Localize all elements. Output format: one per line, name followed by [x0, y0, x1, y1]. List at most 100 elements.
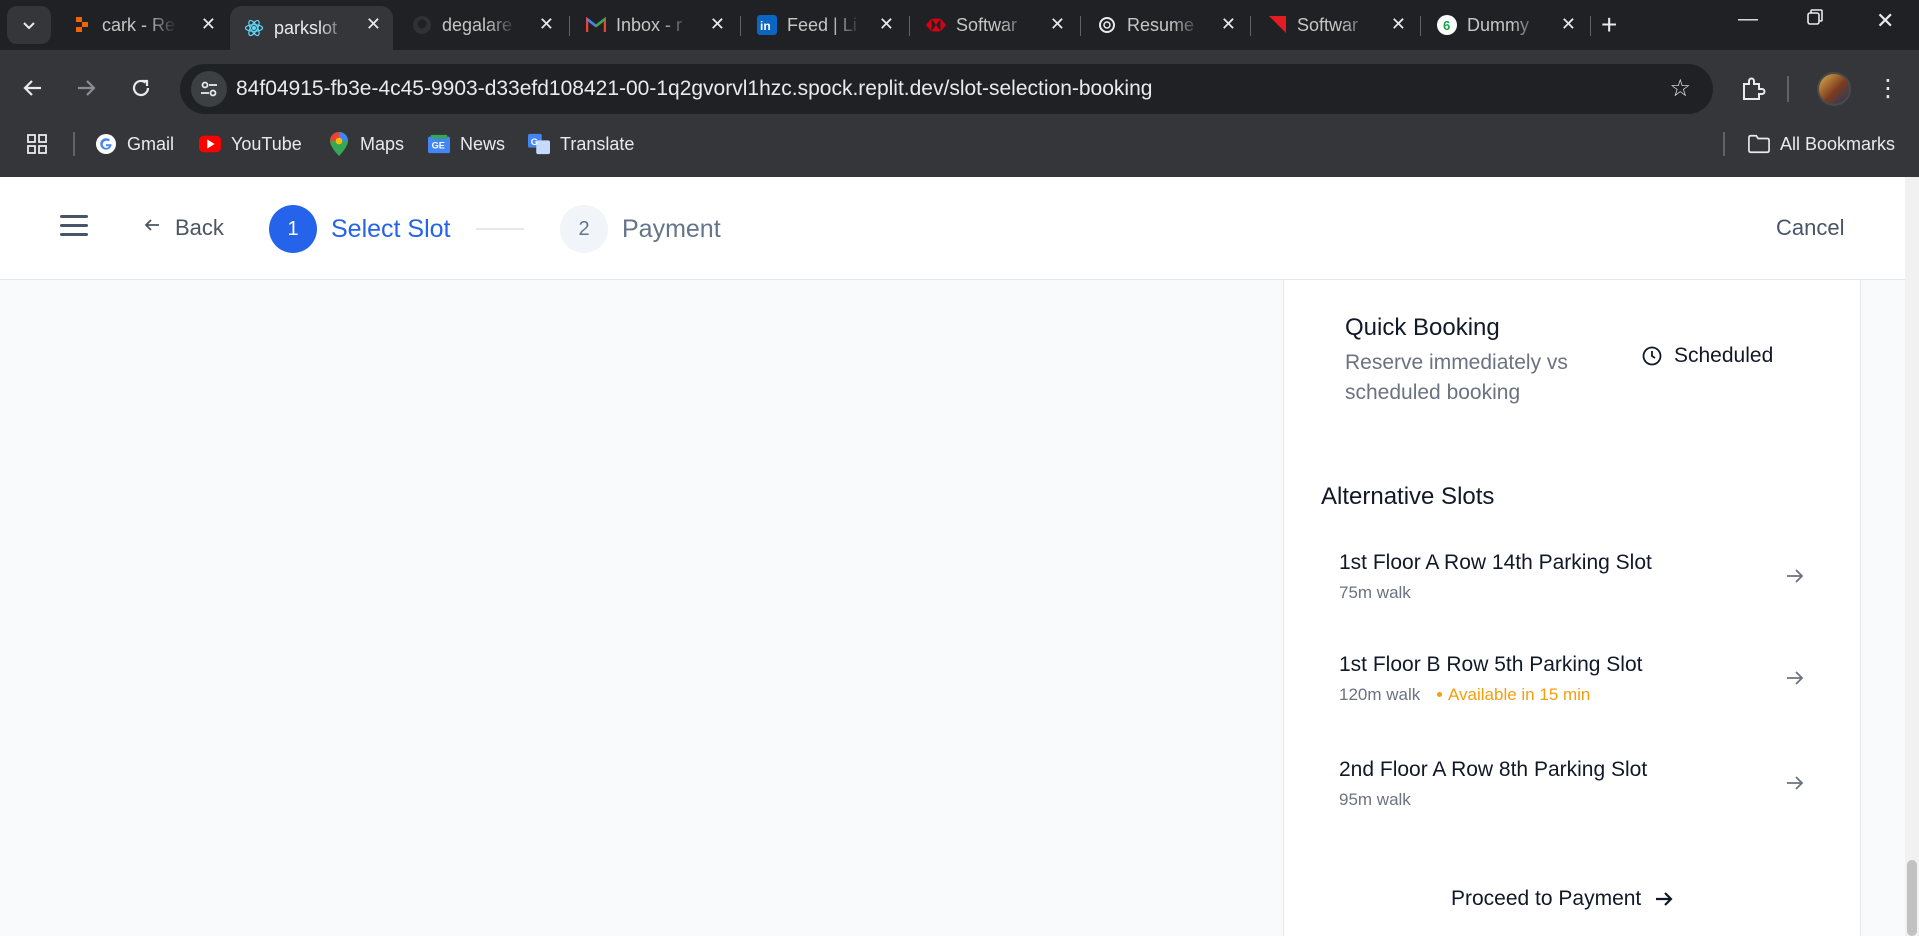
- back-button[interactable]: Back: [143, 213, 224, 243]
- chrome-menu-icon[interactable]: ⋮: [1876, 74, 1900, 103]
- svg-text:G: G: [531, 137, 538, 147]
- close-tab-icon[interactable]: ✕: [710, 14, 725, 35]
- tab-title: Resume: [1127, 14, 1195, 35]
- browser-tab[interactable]: Resume ✕: [1083, 6, 1248, 44]
- quick-booking-title: Quick Booking: [1345, 314, 1500, 341]
- tab-title: Softwar: [1297, 14, 1359, 35]
- bookmark-youtube[interactable]: YouTube: [199, 131, 302, 157]
- address-bar[interactable]: 84f04915-fb3e-4c45-9903-d33efd108421-00-…: [180, 64, 1713, 114]
- arrow-right-icon: [78, 80, 96, 96]
- close-window-button[interactable]: ✕: [1876, 8, 1894, 34]
- all-bookmarks-button[interactable]: All Bookmarks: [1748, 131, 1895, 157]
- close-tab-icon[interactable]: ✕: [366, 14, 381, 35]
- booking-mode-toggle[interactable]: Scheduled: [1642, 342, 1773, 370]
- reload-button[interactable]: [127, 74, 155, 102]
- bookmark-news[interactable]: GE News: [428, 131, 505, 157]
- slot-meta: 95m walk: [1339, 790, 1411, 810]
- tab-divider: [1420, 16, 1421, 36]
- youtube-icon: [199, 133, 221, 155]
- gmail-icon: [586, 15, 606, 35]
- arrow-right-icon: [1656, 892, 1673, 906]
- alternative-slots-title: Alternative Slots: [1321, 483, 1495, 510]
- browser-tab[interactable]: in Feed | Li ✕: [743, 6, 906, 44]
- tab-divider: [1250, 16, 1251, 36]
- tab-divider: [1590, 16, 1591, 36]
- availability-text: Available in 15 min: [1448, 685, 1591, 704]
- clock-icon: [1642, 346, 1662, 366]
- browser-tab[interactable]: Softwar ✕: [1253, 6, 1418, 44]
- restore-icon: [1807, 9, 1823, 25]
- page-scrollbar[interactable]: [1905, 177, 1919, 936]
- browser-tab-active[interactable]: parkslot ✕: [230, 6, 393, 50]
- step-select-slot: 1 Select Slot: [269, 205, 451, 253]
- step-label: Payment: [622, 214, 721, 243]
- bookmark-maps[interactable]: Maps: [328, 131, 404, 157]
- cancel-button[interactable]: Cancel: [1776, 215, 1844, 241]
- tab-title: parkslot: [274, 17, 338, 38]
- tab-search-button[interactable]: [7, 6, 51, 44]
- slot-name: 1st Floor B Row 5th Parking Slot: [1339, 653, 1643, 676]
- bookmark-gmail[interactable]: Gmail: [95, 131, 174, 157]
- tab-title: Feed | Li: [787, 14, 857, 35]
- browser-tab[interactable]: cark - Re ✕: [58, 6, 228, 44]
- replit-icon: [72, 15, 92, 35]
- menu-icon[interactable]: [60, 215, 88, 239]
- slot-meta: 75m walk: [1339, 583, 1411, 603]
- url-text[interactable]: 84f04915-fb3e-4c45-9903-d33efd108421-00-…: [236, 77, 1152, 101]
- alternative-slot[interactable]: 2nd Floor A Row 8th Parking Slot 95m wal…: [1339, 758, 1829, 818]
- restore-button[interactable]: [1806, 8, 1824, 32]
- proceed-to-payment-button[interactable]: Proceed to Payment: [1451, 882, 1675, 916]
- booking-side-panel: Quick Booking Reserve immediately vs sch…: [1283, 280, 1861, 936]
- react-icon: [244, 18, 264, 38]
- tab-title: Inbox - r: [616, 14, 683, 35]
- close-tab-icon[interactable]: ✕: [201, 14, 216, 35]
- step-number: 2: [560, 205, 608, 253]
- extensions-button[interactable]: [1740, 76, 1768, 104]
- profile-avatar[interactable]: [1817, 72, 1851, 106]
- scrollbar-thumb[interactable]: [1907, 860, 1917, 936]
- browser-tab[interactable]: degalare ✕: [398, 6, 566, 44]
- close-tab-icon[interactable]: ✕: [879, 14, 894, 35]
- close-tab-icon[interactable]: ✕: [539, 14, 554, 35]
- bookmark-label: YouTube: [231, 133, 302, 154]
- close-tab-icon[interactable]: ✕: [1561, 14, 1576, 35]
- app-header: Back 1 Select Slot 2 Payment Cancel: [0, 177, 1919, 280]
- arrow-right-icon[interactable]: [1784, 565, 1806, 587]
- bookmark-label: Maps: [360, 133, 405, 154]
- back-nav-button[interactable]: [19, 74, 47, 102]
- arrow-right-icon[interactable]: [1784, 772, 1806, 794]
- tab-title: Softwar: [956, 14, 1018, 35]
- alternative-slot[interactable]: 1st Floor A Row 14th Parking Slot 75m wa…: [1339, 551, 1829, 611]
- bookmark-label: Translate: [560, 133, 635, 154]
- folder-icon: [1748, 133, 1770, 155]
- close-tab-icon[interactable]: ✕: [1221, 14, 1236, 35]
- slot-meta: 120m walk Available in 15 min: [1339, 685, 1590, 705]
- apps-button[interactable]: [26, 131, 48, 157]
- back-label: Back: [175, 215, 224, 240]
- site-info-button[interactable]: [191, 71, 227, 107]
- close-tab-icon[interactable]: ✕: [1050, 14, 1065, 35]
- reload-icon: [132, 79, 150, 97]
- booking-mode-label: Scheduled: [1674, 344, 1774, 367]
- svg-text:in: in: [760, 19, 771, 33]
- tab-divider: [569, 16, 570, 36]
- quick-booking-description: Reserve immediately vs scheduled booking: [1345, 351, 1568, 404]
- bookmark-translate[interactable]: G Translate: [528, 131, 634, 157]
- alternative-slot[interactable]: 1st Floor B Row 5th Parking Slot 120m wa…: [1339, 653, 1829, 713]
- github-icon: [412, 15, 432, 35]
- slot-walk: 75m walk: [1339, 583, 1411, 602]
- minimize-button[interactable]: ―: [1738, 8, 1758, 31]
- browser-tab[interactable]: Inbox - r ✕: [572, 6, 737, 44]
- browser-tab[interactable]: 6 Dummy ✕: [1423, 6, 1588, 44]
- news-icon: GE: [428, 133, 450, 155]
- arrow-right-icon[interactable]: [1784, 667, 1806, 689]
- new-tab-button[interactable]: +: [1601, 10, 1617, 40]
- svg-text:GE: GE: [432, 141, 445, 151]
- browser-tab[interactable]: Softwar ✕: [912, 6, 1077, 44]
- svg-text:6: 6: [1443, 18, 1450, 33]
- forward-nav-button[interactable]: [72, 74, 100, 102]
- close-tab-icon[interactable]: ✕: [1391, 14, 1406, 35]
- bookmark-star-icon[interactable]: ☆: [1669, 74, 1691, 103]
- tab-title: degalare: [442, 14, 513, 35]
- bookmarks-divider: [1723, 132, 1725, 156]
